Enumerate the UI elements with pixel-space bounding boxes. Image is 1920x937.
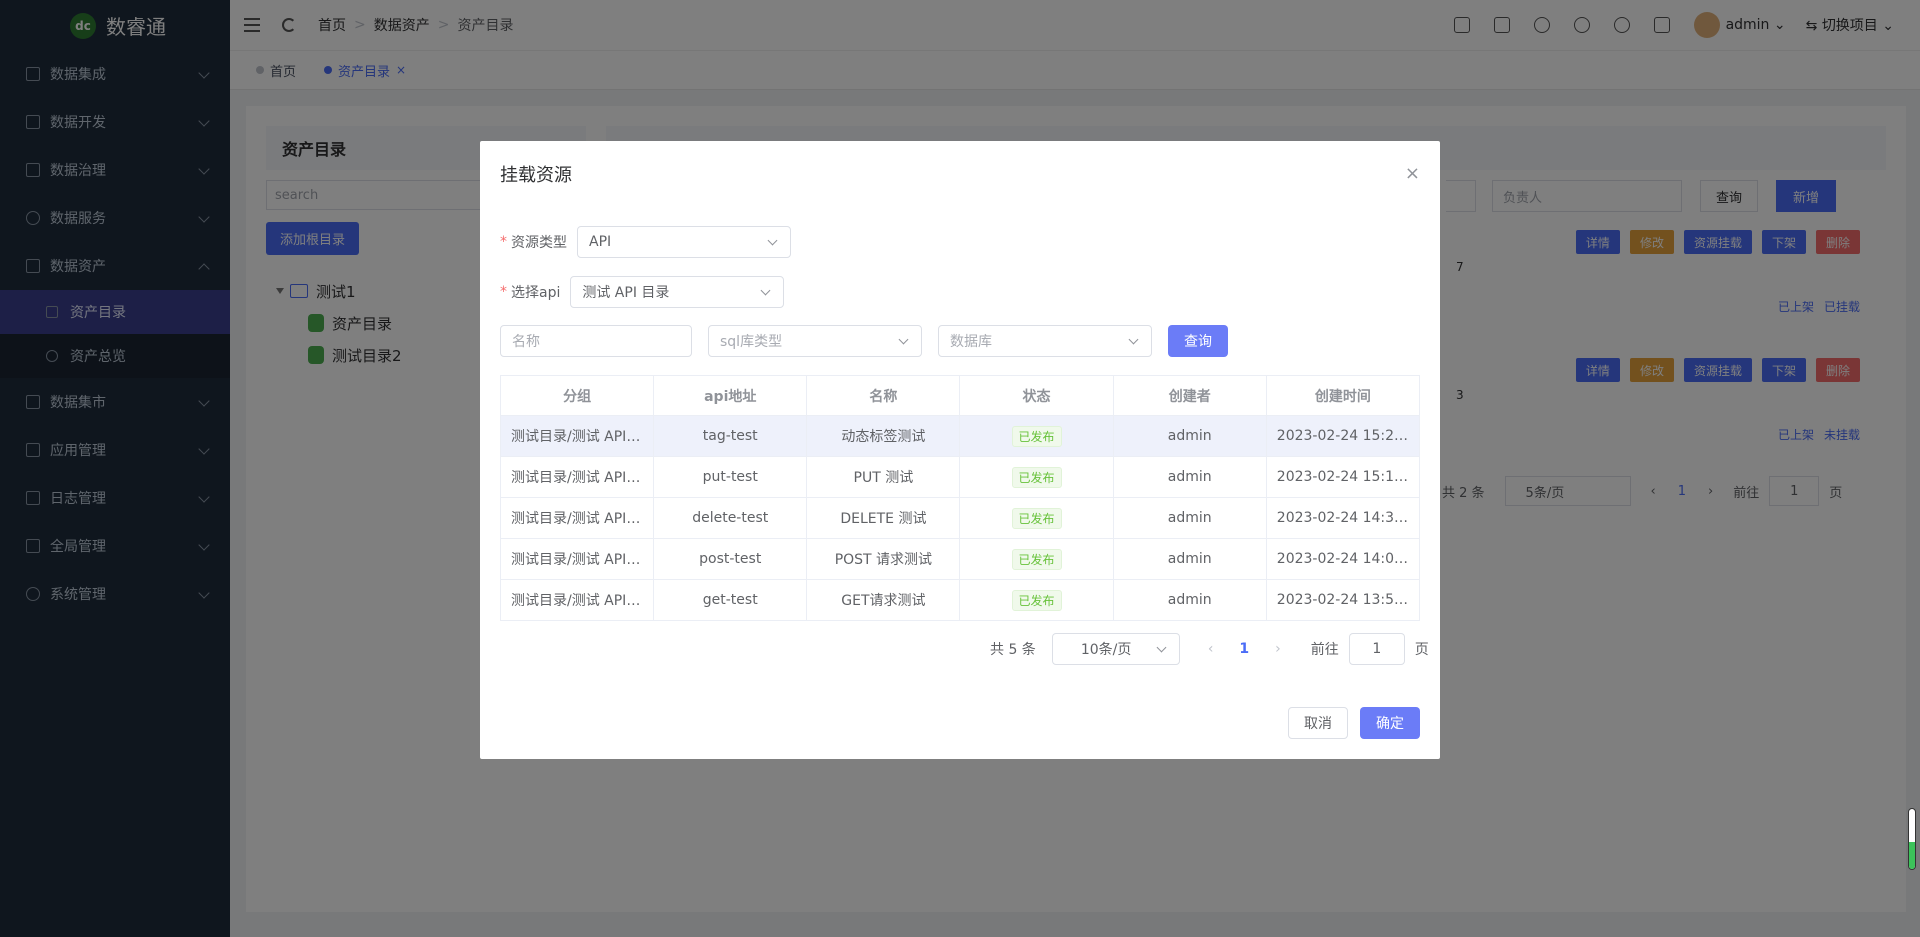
cell-group: 测试目录/测试 API 目录 (499, 415, 655, 457)
status-badge: 已发布 (1011, 548, 1062, 570)
select-api-select[interactable]: 测试 API 目录 (570, 276, 785, 308)
status-badge: 已发布 (1011, 466, 1062, 488)
cell-group: 测试目录/测试 API 目录 (499, 579, 655, 621)
dialog-pagination: 共 5 条 10条/页 ‹ 1 › 前往 1 页 (990, 633, 1429, 665)
mount-resource-dialog: 挂载资源 × * 资源类型 API * 选择api 测试 API 目录 名称 s… (480, 141, 1440, 759)
resource-type-select[interactable]: API (577, 226, 791, 258)
cell-status: 已发布 (959, 456, 1114, 498)
select-api-value: 测试 API 目录 (582, 285, 670, 301)
column-header[interactable]: 分组 (499, 375, 655, 416)
database-placeholder: 数据库 (950, 334, 992, 350)
select-api-label: 选择api (511, 285, 561, 301)
cell-group: 测试目录/测试 API 目录 (499, 538, 655, 580)
cell-created-at: 2023-02-24 13:54:08 (1265, 579, 1421, 621)
goto-label: 前往 (1310, 642, 1339, 658)
required-mark: * (500, 234, 507, 250)
chevron-down-icon (898, 334, 909, 345)
required-mark: * (500, 284, 507, 300)
cell-name: DELETE 测试 (806, 497, 961, 539)
next-page-icon[interactable]: › (1275, 641, 1281, 657)
table-row[interactable]: 测试目录/测试 API 目录 delete-test DELETE 测试 已发布… (499, 497, 1421, 539)
column-header[interactable]: 创建者 (1112, 375, 1267, 416)
table-row[interactable]: 测试目录/测试 API 目录 post-test POST 请求测试 已发布 a… (499, 538, 1421, 580)
cell-name: 动态标签测试 (806, 415, 961, 457)
sql-type-placeholder: sql库类型 (720, 334, 783, 350)
pagination-total: 共 5 条 (990, 642, 1036, 658)
cell-name: POST 请求测试 (806, 538, 961, 580)
column-header[interactable]: api地址 (653, 375, 808, 416)
resource-type-label: 资源类型 (511, 235, 567, 251)
cell-creator: admin (1112, 538, 1267, 580)
cell-group: 测试目录/测试 API 目录 (499, 456, 655, 498)
cell-status: 已发布 (959, 579, 1114, 621)
cell-api-path: get-test (653, 579, 808, 621)
cell-creator: admin (1112, 497, 1267, 539)
chevron-down-icon (767, 235, 778, 246)
goto-input[interactable]: 1 (1348, 633, 1405, 665)
cell-api-path: delete-test (653, 497, 808, 539)
cell-api-path: post-test (653, 538, 808, 580)
table-row[interactable]: 测试目录/测试 API 目录 put-test PUT 测试 已发布 admin… (499, 456, 1421, 498)
database-select[interactable]: 数据库 (938, 325, 1152, 357)
select-api-row: * 选择api 测试 API 目录 (500, 276, 785, 308)
cell-status: 已发布 (959, 497, 1114, 539)
cell-name: GET请求测试 (806, 579, 961, 621)
progress-indicator (1908, 808, 1916, 870)
goto-unit: 页 (1414, 642, 1429, 658)
chevron-down-icon (760, 285, 771, 296)
cell-api-path: tag-test (653, 415, 808, 457)
cell-status: 已发布 (959, 538, 1114, 580)
prev-page-icon[interactable]: ‹ (1208, 641, 1214, 657)
api-table: 分组 api地址 名称 状态 创建者 创建时间 测试目录/测试 API 目录 t… (499, 375, 1421, 621)
dialog-query-button[interactable]: 查询 (1168, 325, 1228, 357)
cell-group: 测试目录/测试 API 目录 (499, 497, 655, 539)
cell-creator: admin (1112, 415, 1267, 457)
column-header[interactable]: 名称 (806, 375, 961, 416)
cell-created-at: 2023-02-24 14:36:50 (1265, 497, 1421, 539)
status-badge: 已发布 (1011, 589, 1062, 611)
cell-created-at: 2023-02-24 14:02:17 (1265, 538, 1421, 580)
table-row[interactable]: 测试目录/测试 API 目录 get-test GET请求测试 已发布 admi… (499, 579, 1421, 621)
status-badge: 已发布 (1011, 507, 1062, 529)
dialog-filter-bar: 名称 sql库类型 数据库 查询 (500, 325, 1228, 357)
cell-created-at: 2023-02-24 15:13:20 (1265, 456, 1421, 498)
sql-type-select[interactable]: sql库类型 (708, 325, 922, 357)
table-header-row: 分组 api地址 名称 状态 创建者 创建时间 (499, 375, 1421, 416)
cell-created-at: 2023-02-24 15:24:39 (1265, 415, 1421, 457)
cell-creator: admin (1112, 579, 1267, 621)
table-row[interactable]: 测试目录/测试 API 目录 tag-test 动态标签测试 已发布 admin… (499, 415, 1421, 457)
column-header[interactable]: 状态 (959, 375, 1114, 416)
chevron-down-icon (1128, 334, 1139, 345)
cell-status: 已发布 (959, 415, 1114, 457)
cancel-button[interactable]: 取消 (1288, 707, 1348, 739)
status-badge: 已发布 (1011, 425, 1062, 447)
column-header[interactable]: 创建时间 (1265, 375, 1421, 416)
chevron-down-icon (1156, 642, 1167, 653)
page-number[interactable]: 1 (1239, 641, 1249, 657)
cell-name: PUT 测试 (806, 456, 961, 498)
cell-api-path: put-test (653, 456, 808, 498)
progress-fill (1909, 842, 1915, 869)
cell-creator: admin (1112, 456, 1267, 498)
close-icon[interactable]: × (1405, 163, 1420, 184)
name-filter-input[interactable]: 名称 (500, 325, 692, 357)
page-size-select[interactable]: 10条/页 (1051, 633, 1180, 665)
confirm-button[interactable]: 确定 (1360, 707, 1420, 739)
resource-type-row: * 资源类型 API (500, 226, 791, 258)
dialog-title: 挂载资源 (500, 165, 572, 186)
resource-type-value: API (589, 234, 612, 250)
page-size-value: 10条/页 (1080, 642, 1132, 658)
